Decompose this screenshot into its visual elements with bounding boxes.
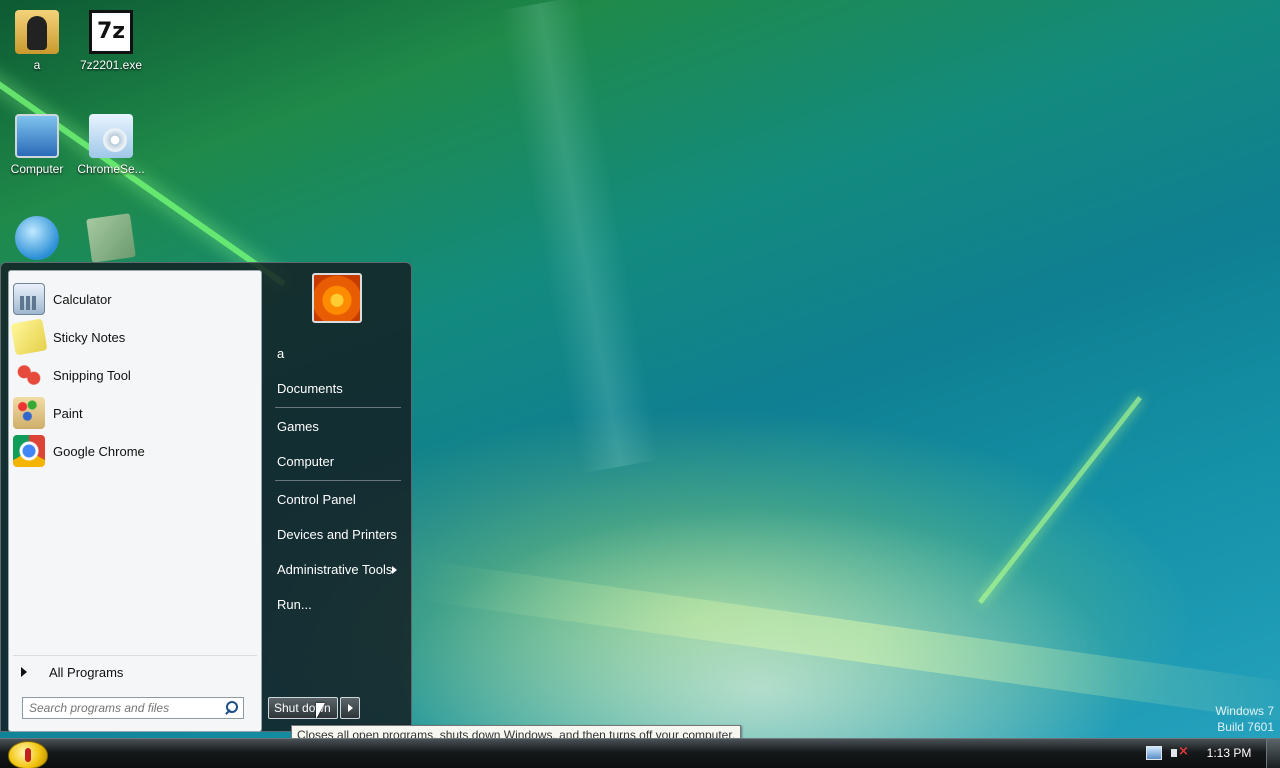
right-item-devices-and-printers[interactable]: Devices and Printers	[271, 521, 405, 549]
program-sticky-notes[interactable]: Sticky Notes	[10, 318, 257, 356]
desktop-icon-7zip[interactable]: 7z 7z2201.exe	[74, 10, 148, 72]
right-pane-divider	[275, 480, 401, 481]
shut-down-button[interactable]: Shut down	[268, 697, 338, 719]
administrative-tools-label: Administrative Tools	[277, 562, 393, 577]
right-item-computer[interactable]: Computer	[271, 448, 405, 476]
shut-down-options-button[interactable]	[340, 697, 360, 719]
setup-disc-icon	[89, 114, 133, 158]
start-menu: Calculator Sticky Notes Snipping Tool Pa…	[0, 262, 412, 732]
snipping-tool-icon	[13, 359, 45, 391]
search-box[interactable]	[22, 697, 244, 719]
right-item-administrative-tools[interactable]: Administrative Tools	[271, 556, 405, 584]
start-button[interactable]	[8, 741, 48, 768]
7zip-glyph: 7z	[96, 19, 126, 44]
program-paint[interactable]: Paint	[13, 395, 257, 431]
desktop-icon-recycle-bin[interactable]	[74, 213, 148, 264]
recycle-bin-icon	[86, 213, 136, 263]
mouse-cursor-icon	[316, 703, 325, 719]
desktop-icon-label: Computer	[10, 162, 64, 176]
program-google-chrome[interactable]: Google Chrome	[13, 433, 257, 469]
chrome-icon	[13, 435, 45, 467]
chevron-right-icon	[21, 667, 27, 677]
right-pane-divider	[275, 407, 401, 408]
submenu-arrow-icon	[392, 566, 397, 574]
all-programs-label: All Programs	[49, 664, 124, 680]
right-item-run[interactable]: Run...	[271, 591, 405, 619]
desktop-icon-network[interactable]	[0, 216, 74, 264]
right-item-user[interactable]: a	[271, 340, 405, 368]
desktop-icon-user-folder[interactable]: a	[0, 10, 74, 72]
watermark-line-2: Build 7601	[1217, 720, 1274, 734]
right-item-documents[interactable]: Documents	[271, 375, 405, 403]
program-calculator[interactable]: Calculator	[13, 281, 257, 317]
program-label: Sticky Notes	[53, 329, 126, 345]
program-label: Snipping Tool	[53, 367, 131, 383]
program-snipping-tool[interactable]: Snipping Tool	[13, 357, 257, 393]
show-desktop-button[interactable]	[1266, 739, 1280, 768]
all-programs-button[interactable]: All Programs	[15, 657, 255, 687]
user-avatar[interactable]	[312, 273, 362, 323]
desktop-icon-computer[interactable]: Computer	[0, 114, 74, 176]
computer-icon	[15, 114, 59, 158]
user-folder-icon	[15, 10, 59, 54]
programs-divider	[13, 655, 257, 656]
taskbar	[0, 738, 1280, 768]
search-input[interactable]	[23, 699, 223, 717]
windows-build-watermark: Windows 7 Build 7601	[1215, 703, 1274, 735]
paint-icon	[13, 397, 45, 429]
right-item-games[interactable]: Games	[271, 413, 405, 441]
network-icon[interactable]	[1146, 746, 1162, 760]
desktop-icon-label: a	[33, 58, 41, 72]
program-label: Paint	[53, 405, 83, 421]
search-icon[interactable]	[223, 700, 239, 716]
7zip-icon: 7z	[89, 10, 133, 54]
network-icon	[15, 216, 59, 260]
sticky-notes-icon	[10, 318, 48, 356]
taskbar-clock[interactable]: 1:13 PM	[1196, 738, 1262, 768]
program-label: Google Chrome	[53, 443, 145, 459]
start-menu-programs-pane: Calculator Sticky Notes Snipping Tool Pa…	[8, 270, 262, 732]
program-label: Calculator	[53, 291, 112, 307]
volume-muted-icon[interactable]	[1170, 744, 1189, 760]
calculator-icon	[13, 283, 45, 315]
desktop-icon-chrome-setup[interactable]: ChromeSe...	[74, 114, 148, 176]
desktop-icon-label: ChromeSe...	[77, 162, 145, 176]
desktop-icon-label: 7z2201.exe	[79, 58, 143, 72]
watermark-line-1: Windows 7	[1215, 704, 1274, 718]
right-item-control-panel[interactable]: Control Panel	[271, 486, 405, 514]
